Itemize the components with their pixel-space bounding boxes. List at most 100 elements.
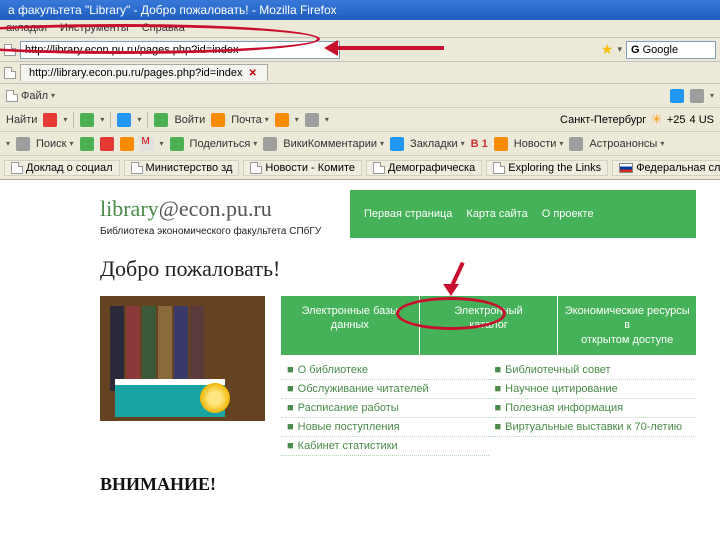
feed-icon[interactable] [120,137,134,151]
wiki-button[interactable]: ВикиКомментарии▾ [283,138,384,150]
toolbar-row-1: Файл▾ ▾ [0,84,720,108]
weather-city: Санкт-Петербург [560,114,646,126]
share-button[interactable]: Поделиться▾ [190,138,258,150]
bookmarks-bar: Доклад о социал Министерство зд Новости … [0,156,720,180]
page-content: library@econ.pu.ru Библиотека экономичес… [0,180,720,495]
chevron-icon[interactable]: ▾ [6,139,10,148]
link-service[interactable]: Обслуживание читателей [298,383,429,395]
bookmark-item[interactable]: Демографическа [366,160,482,176]
news-button[interactable]: Новости▾ [514,138,564,150]
star-icon [390,137,404,151]
link-exhibits[interactable]: Виртуальные выставки к 70-летию [505,421,682,433]
weather-widget[interactable]: Санкт-Петербург ☀ +25 4 US [560,111,714,128]
login-icon [154,113,168,127]
check-icon[interactable] [80,113,94,127]
menu-bookmarks[interactable]: акладки [6,22,47,34]
gear-icon[interactable] [305,113,319,127]
page-icon [493,162,505,174]
attention-heading: ВНИМАНИЕ! [100,474,696,495]
url-dropdown-icon[interactable]: ▾ [617,44,622,55]
search-icon [16,137,30,151]
flag-icon[interactable] [100,137,114,151]
news-icon [494,137,508,151]
bookmark-item[interactable]: Доклад о социал [4,160,120,176]
link-schedule[interactable]: Расписание работы [298,402,399,414]
tab-favicon [4,67,16,79]
menu-help[interactable]: Справка [142,22,185,34]
tab-databases[interactable]: Электронные базыданных [281,296,420,355]
tab-bar: http://library.econ.pu.ru/pages.php?id=i… [0,62,720,84]
page-icon [4,44,16,56]
link-council[interactable]: Библиотечный совет [505,364,610,376]
file-menu[interactable]: Файл▾ [6,90,55,102]
bookmark-item[interactable]: Министерство зд [124,160,240,176]
link-citation[interactable]: Научное цитирование [505,383,618,395]
window-titlebar: а факультета "Library" - Добро пожаловат… [0,0,720,20]
tab-label: http://library.econ.pu.ru/pages.php?id=i… [29,67,243,79]
nav-about[interactable]: О проекте [542,208,594,220]
weather-temp: +25 [667,114,686,126]
file-icon [6,90,18,102]
bookmark-item[interactable]: Федеральная слу [612,160,720,176]
plus-icon[interactable] [80,137,94,151]
tab-catalog[interactable]: Электронныйкаталог [420,296,559,355]
bookmarks-button[interactable]: Закладки▾ [410,138,465,150]
site-subtitle: Библиотека экономического факультета СПб… [100,226,330,237]
flag-ru-icon [619,163,633,173]
address-input[interactable] [20,41,340,59]
google-icon: G [631,44,640,56]
menu-bar: акладки Инструменты Справка [0,20,720,38]
main-row: Электронные базыданных Электронныйкатало… [100,296,696,456]
search-button[interactable]: Поиск▾ [36,138,74,150]
category-tabs: Электронные базыданных Электронныйкатало… [281,296,696,355]
menu-tools[interactable]: Инструменты [60,22,129,34]
reload-icon[interactable] [670,89,684,103]
page-icon [131,162,143,174]
link-useful[interactable]: Полезная информация [505,402,623,414]
mail-button[interactable]: Почта▾ [231,114,269,126]
mail-icon [211,113,225,127]
bookmark-item[interactable]: Exploring the Links [486,160,608,176]
bookmark-star-icon[interactable]: ★ [601,41,614,58]
close-icon[interactable]: ✕ [247,68,259,79]
nav-sitemap[interactable]: Карта сайта [466,208,527,220]
weather-extra: 4 US [690,114,714,126]
toolbar-row-3: ▾ Поиск▾ ▾ Поделиться▾ ВикиКомментарии▾ … [0,132,720,156]
page-icon [373,162,385,174]
site-header: library@econ.pu.ru Библиотека экономичес… [100,190,696,238]
browser-search-box[interactable]: G Google [626,41,716,59]
library-photo [100,296,265,421]
wiki-icon [263,137,277,151]
find-button[interactable]: Найти [6,114,37,126]
link-grid: ■О библиотеке ■Обслуживание читателей ■Р… [281,361,696,456]
tab-open-resources[interactable]: Экономические ресурсы воткрытом доступе [558,296,696,355]
rss-icon[interactable] [275,113,289,127]
sun-icon: ☀ [650,111,663,128]
site-logo[interactable]: library@econ.pu.ru [100,196,330,222]
astro-icon [569,137,583,151]
counter-icon[interactable]: В 1 [471,138,488,150]
url-bar: ★ ▾ G Google [0,38,720,62]
pencil-icon[interactable] [43,113,57,127]
browser-tab[interactable]: http://library.econ.pu.ru/pages.php?id=i… [20,64,268,81]
site-nav: Первая страница Карта сайта О проекте [350,190,696,238]
link-new[interactable]: Новые поступления [298,421,400,433]
window-title: а факультета "Library" - Добро пожаловат… [8,3,337,17]
page-icon [250,162,262,174]
link-stats[interactable]: Кабинет статистики [298,440,398,452]
logo-block: library@econ.pu.ru Библиотека экономичес… [100,190,330,238]
nav-home[interactable]: Первая страница [364,208,452,220]
login-button[interactable]: Войти [174,114,205,126]
toolbar-row-2: Найти ▾ ▾ ▾ Войти Почта▾ ▾ ▾ Санкт-Петер… [0,108,720,132]
gmail-icon[interactable] [140,137,154,151]
content-right: Электронные базыданных Электронныйкатало… [281,296,696,456]
astro-button[interactable]: Астроанонсы▾ [589,138,664,150]
translate-icon[interactable] [117,113,131,127]
bookmark-item[interactable]: Новости - Комите [243,160,362,176]
search-placeholder: Google [643,44,678,56]
dropdown-icon[interactable]: ▾ [710,91,714,100]
link-about[interactable]: О библиотеке [298,364,368,376]
tool-icon[interactable] [690,89,704,103]
page-icon [11,162,23,174]
annotation-arrow-url [324,42,444,54]
